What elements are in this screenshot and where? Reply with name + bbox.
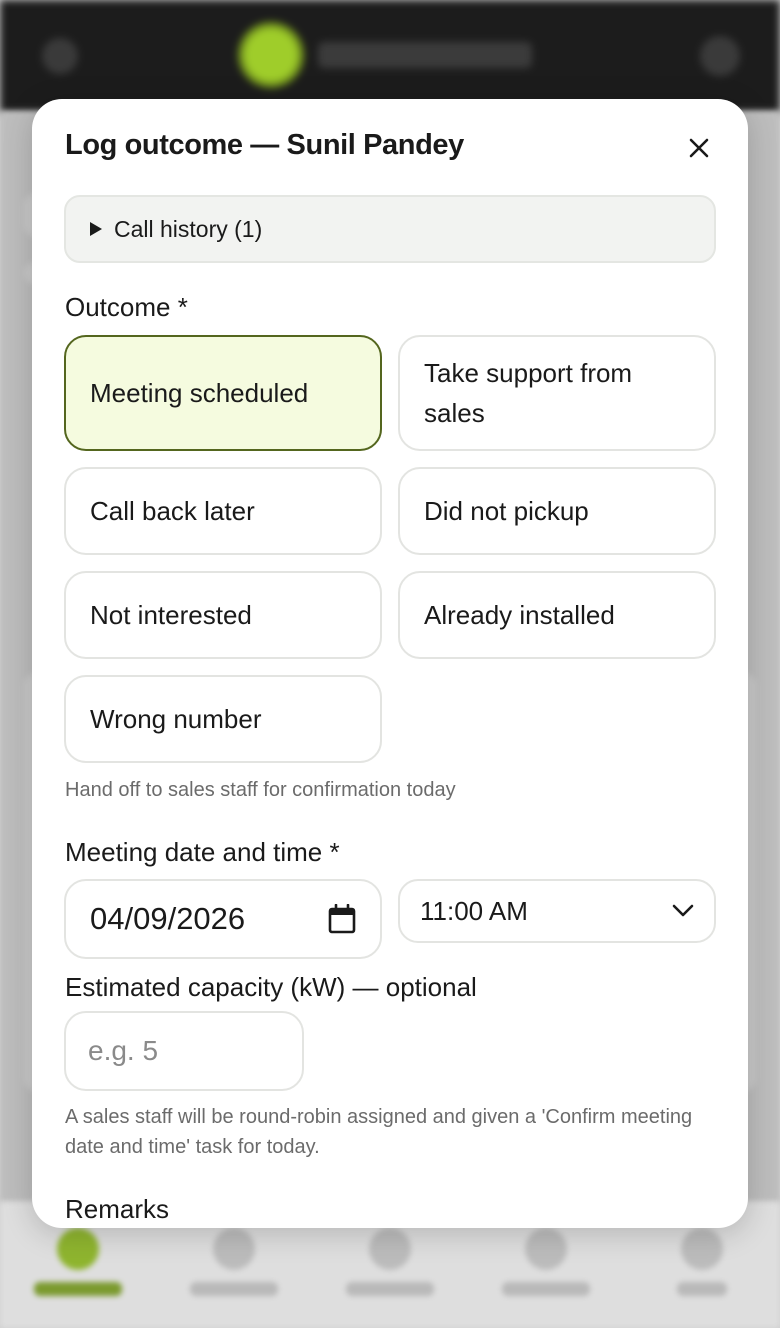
modal-title: Log outcome — Sunil Pandey: [65, 129, 464, 161]
meeting-time-select[interactable]: 11:00 AM: [398, 879, 716, 943]
remarks-label: Remarks: [65, 1194, 170, 1224]
outcome-option-did-not-pickup[interactable]: Did not pickup: [398, 467, 716, 555]
meeting-date-input[interactable]: 04/09/2026: [64, 879, 382, 959]
outcome-hint: Hand off to sales staff for confirmation…: [65, 779, 456, 801]
outcome-option-meeting-scheduled[interactable]: Meeting scheduled: [64, 335, 382, 451]
outcome-option-already-installed[interactable]: Already installed: [398, 571, 716, 659]
meeting-label: Meeting date and time *: [65, 837, 340, 867]
close-icon: [689, 138, 709, 158]
close-button[interactable]: [682, 131, 716, 165]
call-history-toggle[interactable]: Call history (1): [64, 195, 716, 263]
brand-logo: [238, 22, 304, 88]
outcome-option-take-support[interactable]: Take support from sales: [398, 335, 716, 451]
outcome-option-call-back-later[interactable]: Call back later: [64, 467, 382, 555]
background-top-bar: [0, 0, 780, 112]
call-history-label: Call history (1): [114, 215, 263, 242]
outcome-label: Outcome *: [65, 292, 188, 322]
calendar-icon[interactable]: [328, 904, 356, 934]
capacity-label: Estimated capacity (kW) — optional: [65, 972, 477, 1002]
outcome-option-not-interested[interactable]: Not interested: [64, 571, 382, 659]
chevron-down-icon: [672, 904, 694, 917]
log-outcome-modal: Log outcome — Sunil Pandey Call history …: [32, 99, 748, 1228]
meeting-date-value: 04/09/2026: [90, 901, 246, 936]
avatar: [700, 36, 740, 76]
triangle-right-icon: [90, 222, 102, 236]
menu-icon: [42, 38, 78, 74]
brand-name-placeholder: [318, 42, 532, 68]
meeting-time-value: 11:00 AM: [420, 895, 528, 926]
outcome-option-wrong-number[interactable]: Wrong number: [64, 675, 382, 763]
assignment-info: A sales staff will be round-robin assign…: [65, 1106, 693, 1158]
capacity-input[interactable]: [64, 1011, 304, 1091]
